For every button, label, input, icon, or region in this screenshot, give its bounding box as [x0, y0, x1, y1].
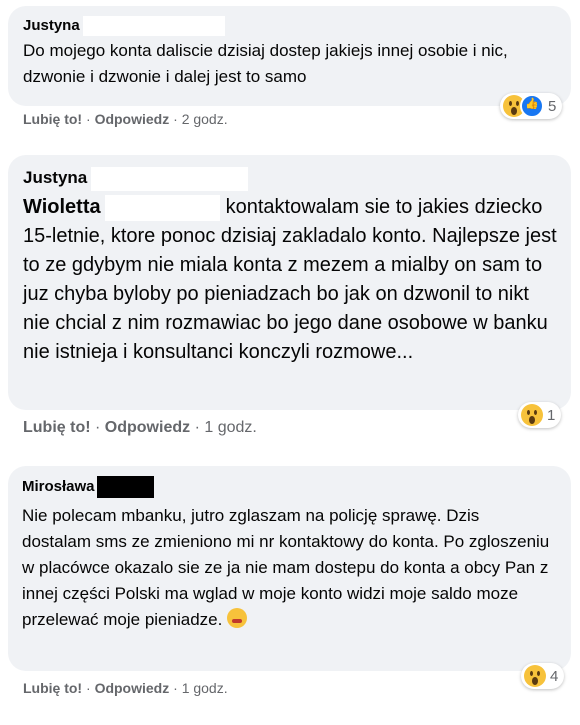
separator: · [173, 111, 178, 127]
reply-button[interactable]: Odpowiedz [95, 680, 170, 696]
reaction-count: 1 [547, 406, 556, 424]
comment-author[interactable]: Justyna [23, 16, 80, 36]
redacted-name [96, 476, 154, 499]
comment-text: kontaktowalam sie to jakies dziecko 15-l… [23, 196, 557, 363]
reaction-summary[interactable]: 5 [500, 93, 563, 119]
comment-text: Do mojego konta daliscie dzisiaj dostep … [23, 41, 508, 87]
steam-face-icon [227, 608, 248, 629]
redacted-name [91, 167, 249, 191]
separator: · [86, 680, 91, 696]
redacted-name [104, 194, 220, 221]
timestamp[interactable]: 1 godz. [182, 680, 228, 696]
reaction-count: 5 [548, 97, 557, 115]
separator: · [86, 111, 91, 127]
reaction-summary[interactable]: 4 [521, 663, 565, 689]
like-icon [520, 94, 544, 118]
timestamp[interactable]: 1 godz. [204, 419, 256, 436]
comment-bubble: Mirosława Nie polecam mbanku, jutro zgla… [8, 466, 571, 671]
wow-icon [524, 665, 546, 687]
comment-author[interactable]: Justyna [23, 167, 87, 189]
reply-button[interactable]: Odpowiedz [105, 419, 190, 436]
comment-actions: Lubię to! · Odpowiedz · 1 godz. [23, 680, 228, 696]
separator: · [95, 419, 101, 436]
like-button[interactable]: Lubię to! [23, 680, 82, 696]
mention-tag[interactable]: Wioletta [23, 196, 101, 218]
timestamp[interactable]: 2 godz. [182, 111, 228, 127]
separator: · [173, 680, 178, 696]
reaction-count: 4 [550, 667, 559, 685]
like-button[interactable]: Lubię to! [23, 419, 91, 436]
separator: · [194, 419, 200, 436]
like-button[interactable]: Lubię to! [23, 111, 82, 127]
comment-actions: Lubię to! · Odpowiedz · 1 godz. [23, 419, 257, 437]
comment-bubble: Justyna Do mojego konta daliscie dzisiaj… [8, 6, 571, 106]
comment-author[interactable]: Mirosława [22, 476, 95, 498]
comment-actions: Lubię to! · Odpowiedz · 2 godz. [23, 111, 228, 127]
redacted-name [82, 16, 225, 37]
reaction-summary[interactable]: 1 [518, 402, 562, 428]
comment-text: Nie polecam mbanku, jutro zglaszam na po… [22, 506, 550, 630]
reply-button[interactable]: Odpowiedz [95, 111, 170, 127]
comment-bubble: Justyna Wioletta kontaktowalam sie to jak… [8, 155, 571, 410]
wow-icon [521, 404, 543, 426]
